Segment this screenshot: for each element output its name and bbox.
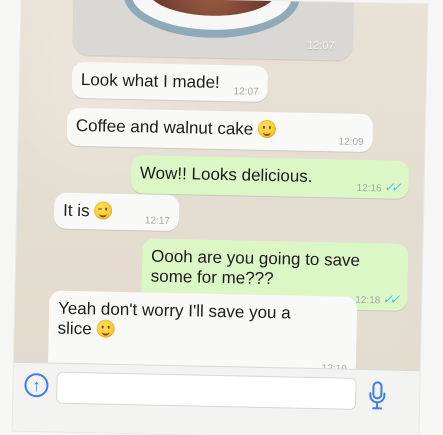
message-time: 12:17 (144, 214, 171, 227)
upload-icon: ↑ (31, 376, 41, 396)
message-time: 12:16 (356, 182, 382, 194)
upload-button[interactable]: ↑ (24, 372, 49, 398)
chat-screen: 12:07 Look what I made! 12:07 Coffee and… (12, 0, 428, 435)
microphone-button[interactable] (363, 379, 392, 414)
message-time: 12:07 (233, 85, 259, 98)
message-text: Look what I made! (80, 70, 220, 92)
message-text: It is (62, 200, 90, 221)
message-bubble[interactable]: Look what I made! 12:07 (71, 61, 269, 102)
message-composer: ↑ (12, 361, 420, 435)
smiling-face-icon (96, 318, 115, 338)
message-input[interactable] (56, 371, 357, 410)
smiling-face-icon (258, 119, 277, 139)
message-text: Yeah don't worry I'll save you a slice (57, 298, 291, 338)
message-text: Wow!! Looks delicious. (139, 163, 313, 186)
winking-face-icon (94, 201, 113, 220)
microphone-icon (369, 381, 386, 410)
message-bubble[interactable]: Wow!! Looks delicious. 12:16 ✓✓ (130, 155, 410, 199)
message-bubble[interactable]: Coffee and walnut cake 12:09 (66, 107, 374, 153)
image-message-time: 12:07 (306, 39, 335, 53)
message-time: 12:09 (338, 135, 364, 148)
message-time: 12:18 (355, 294, 381, 306)
read-receipt-icon: ✓✓ (381, 291, 400, 307)
message-text: Coffee and walnut cake (75, 115, 254, 139)
image-message[interactable]: 12:07 (72, 0, 354, 61)
message-text: Oooh are you going to save some for me??… (150, 246, 361, 288)
message-bubble[interactable]: It is 12:17 (53, 192, 180, 232)
chat-screenshot: 12:07 Look what I made! 12:07 Coffee and… (0, 0, 443, 435)
read-receipt-icon: ✓✓ (383, 179, 401, 195)
